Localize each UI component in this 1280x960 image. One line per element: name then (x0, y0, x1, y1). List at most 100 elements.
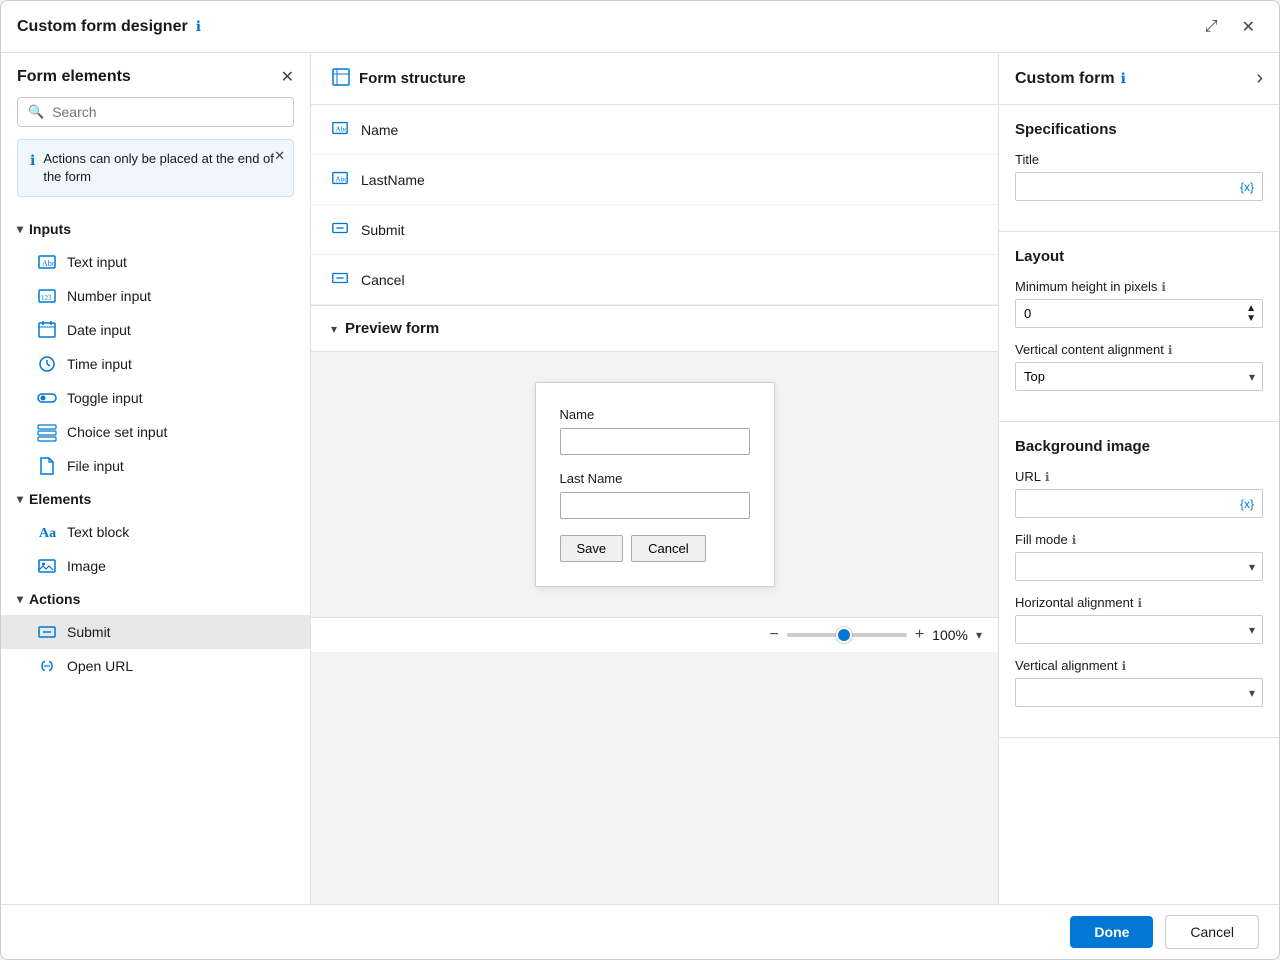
choice-set-input-icon (37, 422, 57, 442)
url-input[interactable] (1016, 490, 1232, 517)
svg-text:Abc: Abc (42, 259, 56, 268)
search-icon: 🔍 (28, 104, 44, 120)
sidebar-item-date-input[interactable]: Date input (1, 313, 310, 347)
preview-header: ▾ Preview form (311, 306, 998, 352)
info-banner-close-button[interactable]: ✕ (274, 148, 285, 164)
text-input-label: Text input (67, 254, 127, 270)
vertical-alignment-info-icon[interactable]: ℹ (1168, 343, 1173, 357)
svg-text:Aa: Aa (39, 526, 56, 541)
left-panel-close-button[interactable]: ✕ (281, 67, 294, 87)
cancel-footer-button[interactable]: Cancel (1165, 915, 1259, 949)
form-item-cancel-icon (331, 269, 349, 290)
actions-section-label: Actions (29, 591, 80, 607)
min-height-input[interactable] (1016, 300, 1240, 327)
file-input-label: File input (67, 458, 124, 474)
close-window-button[interactable]: ✕ (1234, 13, 1263, 41)
inputs-section-header[interactable]: ▾ Inputs (1, 213, 310, 245)
sidebar-item-choice-set-input[interactable]: Choice set input (1, 415, 310, 449)
image-label: Image (67, 558, 106, 574)
sidebar-item-file-input[interactable]: File input (1, 449, 310, 483)
sidebar-item-text-block[interactable]: Aa Text block (1, 515, 310, 549)
sidebar-item-image[interactable]: Image (1, 549, 310, 583)
min-height-spinner[interactable]: ▲ ▼ (1240, 302, 1262, 326)
zoom-slider[interactable] (787, 633, 907, 637)
form-item-cancel-label: Cancel (361, 272, 405, 288)
time-input-icon (37, 354, 57, 374)
form-item-lastname-label: LastName (361, 172, 425, 188)
preview-name-field: Name (560, 407, 750, 455)
preview-name-input[interactable] (560, 428, 750, 455)
right-panel: Custom form ℹ › Specifications Title {x} (999, 53, 1279, 904)
preview-content: Name Last Name Save Cancel (311, 352, 998, 617)
submit-icon (37, 622, 57, 642)
titlebar-info-icon[interactable]: ℹ (196, 18, 201, 35)
inputs-section-label: Inputs (29, 221, 71, 237)
vertical-alignment-label: Vertical content alignment ℹ (1015, 342, 1263, 357)
horizontal-alignment-select[interactable]: Left Center Right (1015, 615, 1263, 644)
right-panel-info-icon[interactable]: ℹ (1121, 70, 1126, 87)
preview-lastname-input[interactable] (560, 492, 750, 519)
url-input-wrapper: {x} (1015, 489, 1263, 518)
form-item-lastname[interactable]: Abc LastName (311, 155, 998, 205)
bg-vertical-alignment-field-row: Vertical alignment ℹ Top Center Bottom ▾ (1015, 658, 1263, 707)
choice-set-input-label: Choice set input (67, 424, 167, 440)
horizontal-alignment-select-wrapper: Left Center Right ▾ (1015, 615, 1263, 644)
form-item-name[interactable]: Abc Name (311, 105, 998, 155)
zoom-plus-button[interactable]: + (915, 626, 924, 644)
fill-mode-select[interactable]: Cover Repeat RepeatHorizontally RepeatVe… (1015, 552, 1263, 581)
title-input[interactable] (1016, 173, 1232, 200)
search-input[interactable] (52, 104, 283, 120)
title-field-label: Title (1015, 152, 1263, 167)
right-panel-nav-button[interactable]: › (1256, 67, 1263, 90)
center-panel: Form structure Abc Name (311, 53, 999, 904)
sidebar-item-submit[interactable]: Submit (1, 615, 310, 649)
form-item-submit[interactable]: Submit (311, 205, 998, 255)
form-structure-icon (331, 67, 351, 90)
left-panel: Form elements ✕ 🔍 ℹ Actions can only be … (1, 53, 311, 904)
toggle-input-icon (37, 388, 57, 408)
sidebar-item-text-input[interactable]: Abc Text input (1, 245, 310, 279)
form-structure-header: Form structure (311, 53, 998, 105)
form-item-cancel[interactable]: Cancel (311, 255, 998, 305)
preview-toggle-icon[interactable]: ▾ (331, 322, 337, 336)
image-icon (37, 556, 57, 576)
bg-vertical-alignment-select[interactable]: Top Center Bottom (1015, 678, 1263, 707)
done-button[interactable]: Done (1070, 916, 1153, 948)
text-block-label: Text block (67, 524, 129, 540)
text-input-icon: Abc (37, 252, 57, 272)
fill-mode-label: Fill mode ℹ (1015, 532, 1263, 547)
min-height-info-icon[interactable]: ℹ (1161, 280, 1166, 294)
form-item-name-icon: Abc (331, 119, 349, 140)
url-expression-icon[interactable]: {x} (1232, 493, 1262, 515)
fill-mode-info-icon[interactable]: ℹ (1072, 533, 1077, 547)
preview-save-button[interactable]: Save (560, 535, 624, 562)
specifications-section: Specifications Title {x} (999, 105, 1279, 232)
info-banner-text: Actions can only be placed at the end of… (43, 150, 281, 186)
zoom-minus-button[interactable]: − (769, 626, 778, 644)
bg-vertical-alignment-info-icon[interactable]: ℹ (1122, 659, 1127, 673)
horizontal-alignment-info-icon[interactable]: ℹ (1138, 596, 1143, 610)
actions-section-header[interactable]: ▾ Actions (1, 583, 310, 615)
sidebar-item-toggle-input[interactable]: Toggle input (1, 381, 310, 415)
preview-name-label: Name (560, 407, 750, 422)
submit-label: Submit (67, 624, 111, 640)
zoom-chevron-icon[interactable]: ▾ (976, 628, 982, 642)
info-banner-icon: ℹ (30, 152, 35, 169)
title-expression-icon[interactable]: {x} (1232, 176, 1262, 198)
sidebar-item-time-input[interactable]: Time input (1, 347, 310, 381)
url-info-icon[interactable]: ℹ (1045, 470, 1050, 484)
min-height-down-icon[interactable]: ▼ (1246, 314, 1256, 324)
preview-card: Name Last Name Save Cancel (535, 382, 775, 587)
vertical-alignment-select[interactable]: Top Center Bottom (1015, 362, 1263, 391)
sidebar-item-number-input[interactable]: 123 Number input (1, 279, 310, 313)
date-input-icon (37, 320, 57, 340)
left-panel-scroll: ▾ Inputs Abc Text input (1, 209, 310, 904)
background-image-section: Background image URL ℹ {x} Fill mode ℹ (999, 422, 1279, 738)
zoom-bar: − + 100% ▾ (311, 617, 998, 652)
preview-cancel-button[interactable]: Cancel (631, 535, 705, 562)
elements-chevron-icon: ▾ (17, 492, 23, 506)
elements-section-header[interactable]: ▾ Elements (1, 483, 310, 515)
min-height-up-icon[interactable]: ▲ (1246, 304, 1256, 314)
sidebar-item-open-url[interactable]: Open URL (1, 649, 310, 683)
expand-button[interactable]: ⤢ (1197, 13, 1226, 41)
